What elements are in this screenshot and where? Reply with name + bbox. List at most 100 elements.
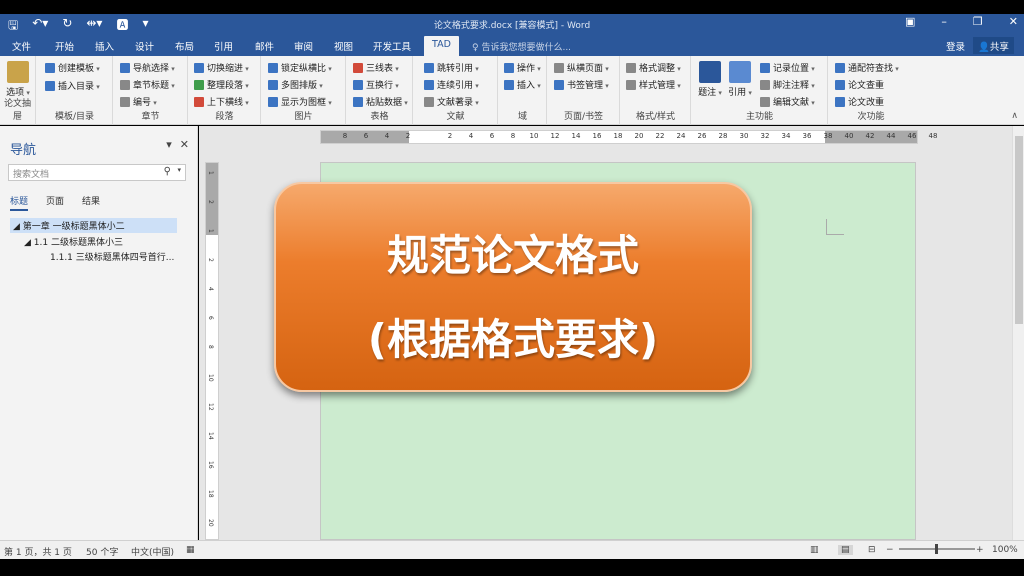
field-operation-button[interactable]: 操作 xyxy=(504,61,541,74)
nav-search-input[interactable]: 搜索文档 ⚲ ▾ xyxy=(8,164,186,181)
tab-home[interactable]: 开始 xyxy=(55,39,74,53)
chapter-title-button[interactable]: 章节标题 xyxy=(120,78,175,91)
insert-toc-button[interactable]: 插入目录 xyxy=(45,79,100,92)
border-lines-button[interactable]: 上下横线 xyxy=(194,95,249,108)
close-icon[interactable]: ✕ xyxy=(1009,15,1018,28)
format-icon xyxy=(626,62,636,73)
collapse-icon[interactable]: ◢ xyxy=(13,222,23,232)
search-icon[interactable]: ⚲ xyxy=(164,166,171,177)
field-insert-button[interactable]: 插入 xyxy=(504,78,541,91)
edit-bibliography-button[interactable]: 编辑文献 xyxy=(760,95,815,108)
nav-heading-level3[interactable]: 1.1.1 三级标题黑体四号首行... xyxy=(50,250,174,263)
word-icon xyxy=(699,61,721,83)
nav-icon xyxy=(120,62,130,73)
vertical-scrollbar[interactable] xyxy=(1012,126,1024,540)
style-manager-button[interactable]: 样式管理 xyxy=(626,78,681,91)
numbering-icon xyxy=(120,96,130,107)
nav-tab-results[interactable]: 结果 xyxy=(82,194,100,211)
vertical-ruler[interactable]: 1 2 1 2 4 6 8 10 12 14 16 18 20 xyxy=(205,162,219,540)
ruler-tick-label: 28 xyxy=(718,132,728,140)
multi-image-layout-button[interactable]: 多图排版 xyxy=(268,78,323,91)
ruler-tick-label: 34 xyxy=(781,132,791,140)
orientation-page-button[interactable]: 纵横页面 xyxy=(554,61,609,74)
tab-developer[interactable]: 开发工具 xyxy=(373,39,411,53)
style-icon xyxy=(626,79,636,90)
nav-heading-level2[interactable]: ◢ 1.1 二级标题黑体小三 xyxy=(24,235,123,248)
group-picture: 锁定纵横比 多图排版 显示为图框 图片 xyxy=(262,56,346,125)
plagiarism-check-button[interactable]: 论文查重 xyxy=(835,78,884,91)
tab-references[interactable]: 引用 xyxy=(214,39,233,53)
paste-data-button[interactable]: 粘贴数据 xyxy=(353,95,408,108)
reference-button[interactable]: 引用 xyxy=(726,61,754,98)
show-as-frame-button[interactable]: 显示为图框 xyxy=(268,95,332,108)
macro-icon[interactable]: ▦ xyxy=(186,545,195,555)
jump-icon xyxy=(424,62,434,73)
zoom-in-icon[interactable]: + xyxy=(976,545,984,555)
page-count[interactable]: 第 1 页，共 1 页 xyxy=(4,545,72,558)
zoom-out-icon[interactable]: − xyxy=(886,545,894,555)
share-button[interactable]: 👤共享 xyxy=(973,37,1014,54)
wildcard-find-button[interactable]: 通配符查找 xyxy=(835,61,899,74)
create-template-button[interactable]: 创建模板 xyxy=(45,61,100,74)
restore-icon[interactable]: ❐ xyxy=(973,15,983,28)
zoom-slider-knob[interactable] xyxy=(935,544,938,554)
word-count[interactable]: 50 个字 xyxy=(86,545,118,558)
record-position-button[interactable]: 记录位置 xyxy=(760,61,815,74)
tab-layout[interactable]: 布局 xyxy=(175,39,194,53)
rewrite-button[interactable]: 论文改重 xyxy=(835,95,884,108)
ruler-tick-label: 44 xyxy=(886,132,896,140)
tab-insert[interactable]: 插入 xyxy=(95,39,114,53)
minimize-icon[interactable]: – xyxy=(941,15,947,28)
numbering-button[interactable]: 编号 xyxy=(120,95,157,108)
bookmark-manager-button[interactable]: 书签管理 xyxy=(554,78,609,91)
nav-heading-level1[interactable]: ◢ 第一章 一级标题黑体小二 xyxy=(10,218,177,233)
ruler-tick-label: 46 xyxy=(907,132,917,140)
bibliography-button[interactable]: 文献著录 xyxy=(424,95,479,108)
collapse-ribbon-icon[interactable]: ∧ xyxy=(1011,111,1018,121)
frame-icon xyxy=(268,96,278,107)
zoom-level[interactable]: 100% xyxy=(992,545,1018,555)
toggle-indent-button[interactable]: 切换缩进 xyxy=(194,61,249,74)
tab-mailings[interactable]: 邮件 xyxy=(255,39,274,53)
jump-reference-button[interactable]: 跳转引用 xyxy=(424,61,479,74)
reference-icon xyxy=(729,61,751,83)
options-button[interactable]: 选项 xyxy=(5,61,31,98)
footnote-button[interactable]: 脚注注释 xyxy=(760,78,815,91)
format-adjust-button[interactable]: 格式调整 xyxy=(626,61,681,74)
tidy-paragraph-button[interactable]: 整理段落 xyxy=(194,78,249,91)
ruler-tick-label: 24 xyxy=(676,132,686,140)
group-table: 三线表 互换行 粘贴数据 表格 xyxy=(347,56,413,125)
zoom-slider[interactable] xyxy=(899,544,975,554)
three-line-table-button[interactable]: 三线表 xyxy=(353,61,399,74)
print-layout-icon[interactable]: ▤ xyxy=(838,545,853,555)
nav-options-icon[interactable]: ▾ xyxy=(166,138,172,151)
tab-review[interactable]: 审阅 xyxy=(294,39,313,53)
lock-ratio-button[interactable]: 锁定纵横比 xyxy=(268,61,332,74)
sign-in-link[interactable]: 登录 xyxy=(946,39,965,53)
tab-design[interactable]: 设计 xyxy=(135,39,154,53)
web-layout-icon[interactable]: ⊟ xyxy=(868,545,876,555)
ruler-tick-label: 8 xyxy=(342,132,348,140)
group-label: 页面/书签 xyxy=(563,112,604,122)
caption-button[interactable]: 题注 xyxy=(696,61,724,98)
scrollbar-thumb[interactable] xyxy=(1015,136,1023,324)
chevron-down-icon[interactable]: ▾ xyxy=(177,166,181,174)
tab-file[interactable]: 文件 xyxy=(12,39,31,53)
collapse-icon[interactable]: ◢ xyxy=(24,238,34,248)
ruler-tick-label: 4 xyxy=(384,132,390,140)
read-mode-icon[interactable]: ▥ xyxy=(810,545,819,555)
language-indicator[interactable]: 中文(中国) xyxy=(131,545,174,558)
horizontal-ruler[interactable]: 8 6 4 2 2 4 6 8 10 12 14 16 18 20 22 24 26 28 30 32 34 36 38 40… xyxy=(320,130,937,144)
tab-tad[interactable]: TAD xyxy=(424,36,459,56)
nav-tab-headings[interactable]: 标题 xyxy=(10,194,29,211)
group-label: 章节 xyxy=(141,112,160,122)
nav-tab-pages[interactable]: 页面 xyxy=(46,194,64,211)
ribbon-display-icon[interactable]: ▣ xyxy=(905,15,915,28)
tab-view[interactable]: 视图 xyxy=(334,39,353,53)
nav-select-button[interactable]: 导航选择 xyxy=(120,61,175,74)
tell-me-box[interactable]: ♀ 告诉我您想要做什么... xyxy=(472,40,571,53)
nav-close-icon[interactable]: ✕ xyxy=(180,138,189,151)
swap-rows-button[interactable]: 互换行 xyxy=(353,78,399,91)
grid-icon xyxy=(268,79,278,90)
continuous-reference-button[interactable]: 连续引用 xyxy=(424,78,479,91)
